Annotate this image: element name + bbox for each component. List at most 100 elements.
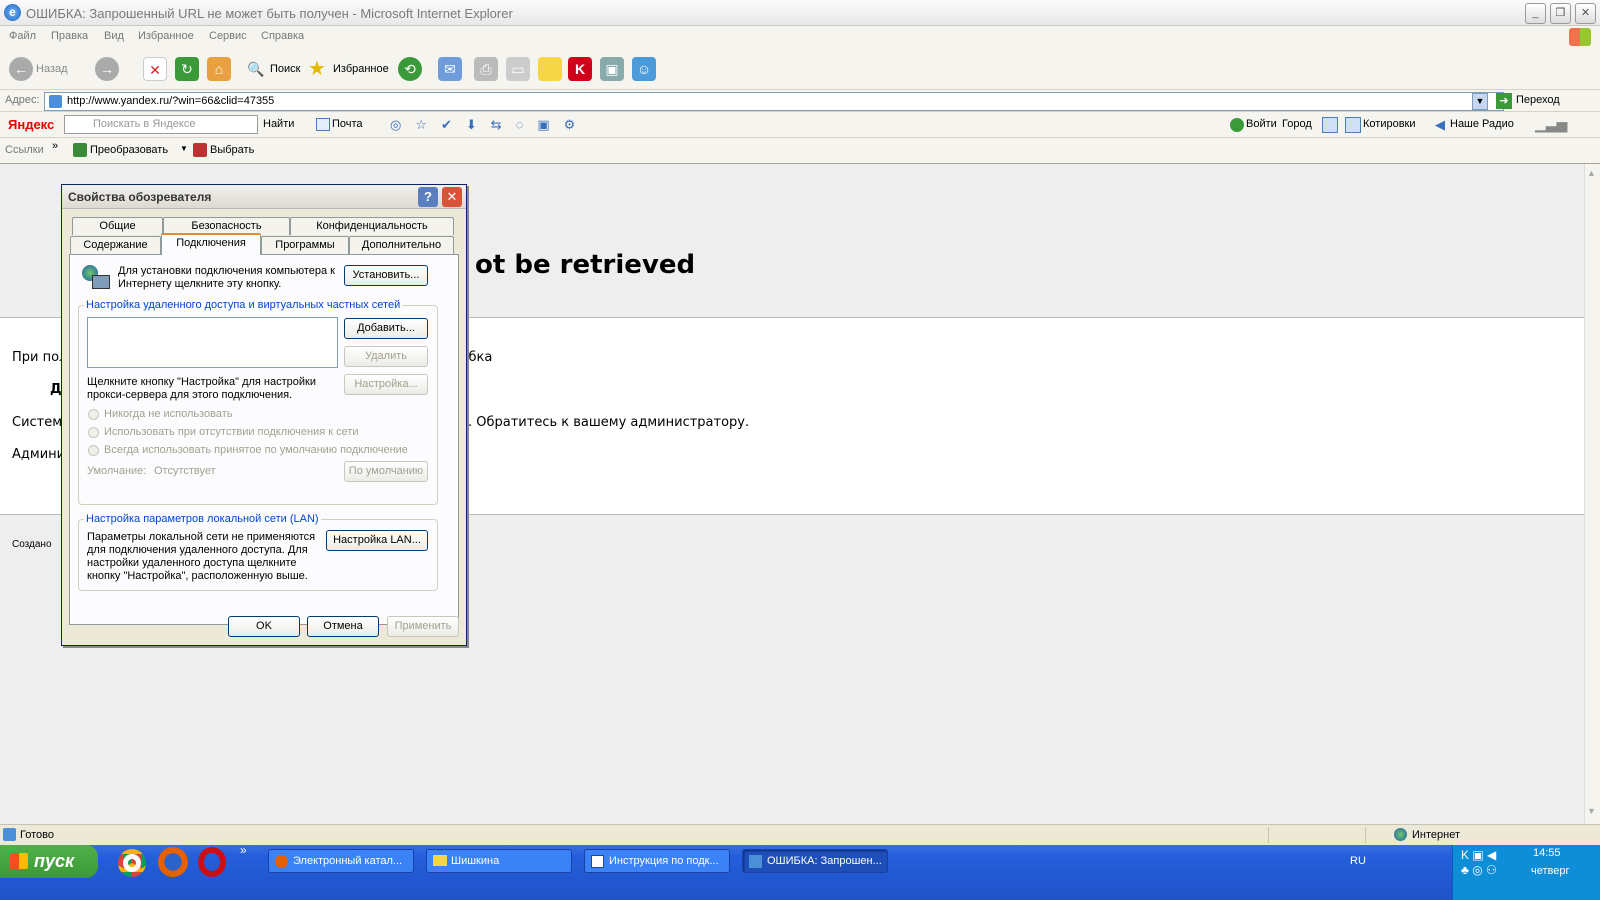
mail-icon[interactable]: ✉ (438, 57, 462, 81)
chrome-icon[interactable] (118, 849, 146, 877)
select-icon[interactable] (193, 143, 207, 157)
globe-icon (1394, 828, 1407, 841)
radio-absent-label: Использовать при отсутствии подключения … (104, 426, 359, 438)
scroll-down-arrow-icon[interactable]: ▼ (1587, 806, 1596, 816)
tab-privacy[interactable]: Конфиденциальность (290, 217, 454, 235)
messenger-icon[interactable]: ☺ (632, 57, 656, 81)
yandex-mail-button[interactable]: Почта (332, 118, 363, 130)
login-button[interactable]: Войти (1246, 118, 1277, 130)
windows-logo-icon (1569, 28, 1591, 46)
system-tray: K ▣ ◀ ♣ ◎ ⚇ 14:55 четверг (1452, 845, 1600, 900)
favorites-star-icon[interactable]: ★ (305, 57, 329, 81)
convert-button[interactable]: Преобразовать (90, 144, 168, 156)
error-line-3-right: . Обратитесь к вашему администратору. (468, 415, 750, 430)
stop-icon[interactable]: ✕ (143, 57, 167, 81)
task-catalog[interactable]: Электронный катал... (268, 849, 414, 873)
convert-dropdown-icon[interactable]: ▼ (180, 144, 188, 153)
tab-programs[interactable]: Программы (261, 236, 349, 254)
links-overflow-icon[interactable]: » (52, 140, 58, 152)
menu-favorites[interactable]: Избранное (138, 30, 194, 42)
clock-time[interactable]: 14:55 (1533, 847, 1561, 859)
minimize-button[interactable]: _ (1525, 3, 1546, 24)
menu-help[interactable]: Справка (261, 30, 304, 42)
error-line-2-left: Д (50, 382, 62, 397)
address-input[interactable]: http://www.yandex.ru/?win=66&clid=47355 (44, 92, 1504, 111)
refresh-icon[interactable]: ↻ (175, 57, 199, 81)
menu-file[interactable]: Файл (9, 30, 36, 42)
opera-icon[interactable] (198, 847, 226, 877)
yandex-find-button[interactable]: Найти (263, 118, 294, 130)
firefox-icon[interactable] (158, 847, 188, 877)
select-button[interactable]: Выбрать (210, 144, 254, 156)
default-button: По умолчанию (344, 461, 428, 482)
vertical-scrollbar[interactable]: ▲ ▼ (1584, 164, 1600, 824)
speaker-icon[interactable]: ◀ (1435, 117, 1445, 133)
yandex-mail-icon[interactable] (316, 118, 330, 131)
cancel-button[interactable]: Отмена (307, 616, 379, 637)
yandex-tools-icons[interactable]: ◎☆✔⬇⇆◌▣⚙ (390, 117, 640, 133)
tab-advanced[interactable]: Дополнительно (349, 236, 454, 254)
radio-button[interactable]: Наше Радио (1450, 118, 1514, 130)
language-indicator[interactable]: RU (1350, 855, 1366, 867)
back-label[interactable]: Назад (36, 63, 68, 75)
help-button[interactable]: ? (418, 187, 438, 207)
quotes-icon[interactable] (1345, 117, 1361, 133)
setup-button[interactable]: Установить... (344, 265, 428, 286)
search-label[interactable]: Поиск (270, 63, 300, 75)
close-button[interactable]: ✕ (1575, 3, 1596, 24)
print-icon[interactable]: ⎙ (474, 57, 498, 81)
yandex-search-input[interactable]: Поискать в Яндексе (64, 115, 258, 134)
default-label: Умолчание: (87, 465, 147, 477)
setup-description: Для установки подключения компьютера к И… (118, 265, 335, 290)
connections-listbox[interactable] (87, 317, 338, 368)
city-button[interactable]: Город (1282, 118, 1312, 130)
back-arrow-icon[interactable]: ← (9, 57, 33, 81)
favorites-label[interactable]: Избранное (333, 63, 389, 75)
add-button[interactable]: Добавить... (344, 318, 428, 339)
tab-connections[interactable]: Подключения (161, 233, 261, 255)
yandex-logo[interactable]: Яндекс (8, 117, 54, 132)
clock-day: четверг (1531, 865, 1570, 877)
task-ie-active[interactable]: ОШИБКА: Запрошен... (742, 849, 888, 873)
forward-arrow-icon[interactable]: → (95, 57, 119, 81)
research-icon[interactable]: ▣ (600, 57, 624, 81)
status-bar: Готово Интернет (0, 824, 1600, 845)
address-dropdown-button[interactable]: ▼ (1472, 93, 1488, 110)
edit-icon[interactable]: ▭ (506, 57, 530, 81)
toolbar: ← Назад → ✕ ↻ ⌂ 🔍 Поиск ★ Избранное ⟲ ✉ … (0, 48, 1600, 90)
tab-general[interactable]: Общие (72, 217, 163, 235)
lan-settings-button[interactable]: Настройка LAN... (326, 530, 428, 551)
scroll-up-arrow-icon[interactable]: ▲ (1587, 168, 1596, 178)
convert-icon[interactable] (73, 143, 87, 157)
dialog-title: Свойства обозревателя (68, 190, 212, 204)
menu-edit[interactable]: Правка (51, 30, 88, 42)
apply-button: Применить (387, 616, 459, 637)
quotes-button[interactable]: Котировки (1363, 118, 1416, 130)
radio-absent (88, 427, 99, 438)
links-label[interactable]: Ссылки (5, 144, 44, 156)
task-word[interactable]: Инструкция по подк... (584, 849, 730, 873)
go-arrow-icon[interactable]: ➜ (1496, 93, 1512, 109)
notes-icon[interactable] (538, 57, 562, 81)
network-computer-icon (82, 265, 112, 293)
go-button[interactable]: Переход (1516, 94, 1560, 106)
menu-bar: Файл Правка Вид Избранное Сервис Справка (0, 26, 1600, 48)
error-line-4-left: Админи (12, 447, 66, 462)
quicklaunch-overflow-icon[interactable]: » (240, 843, 247, 857)
dialog-close-button[interactable]: ✕ (442, 187, 462, 207)
kaspersky-icon[interactable]: K (568, 57, 592, 81)
home-icon[interactable]: ⌂ (207, 57, 231, 81)
search-icon[interactable]: 🔍 (244, 57, 268, 81)
history-icon[interactable]: ⟲ (398, 57, 422, 81)
task-folder[interactable]: Шишкина (426, 849, 572, 873)
weather-icon[interactable] (1322, 117, 1338, 133)
tab-content[interactable]: Содержание (70, 236, 161, 254)
menu-tools[interactable]: Сервис (209, 30, 247, 42)
ok-button[interactable]: OK (228, 616, 300, 637)
start-button[interactable]: пуск (0, 845, 98, 878)
menu-view[interactable]: Вид (104, 30, 124, 42)
login-icon[interactable] (1230, 118, 1244, 132)
maximize-button[interactable]: ❐ (1550, 3, 1571, 24)
tray-icons[interactable]: K ▣ ◀ ♣ ◎ ⚇ (1461, 848, 1513, 878)
dialog-title-bar: Свойства обозревателя ? ✕ (62, 185, 466, 209)
